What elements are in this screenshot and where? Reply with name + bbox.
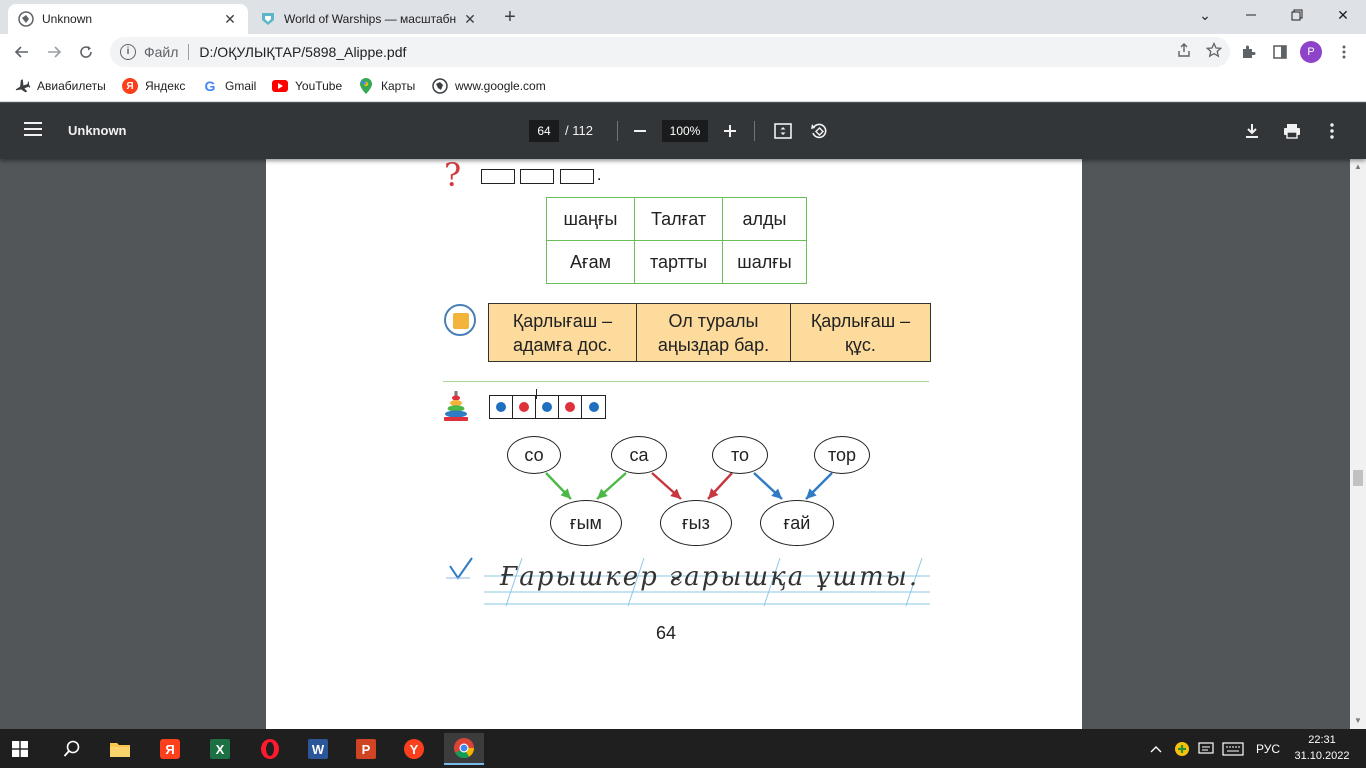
security-tray-icon[interactable]: [1174, 729, 1190, 768]
syllable-oval-top: то: [712, 436, 768, 474]
zoom-in-button[interactable]: [718, 119, 742, 143]
google-icon: G: [204, 78, 216, 94]
scroll-up-icon[interactable]: ▲: [1353, 162, 1363, 172]
side-panel-icon[interactable]: [1268, 40, 1292, 64]
menu-icon[interactable]: [24, 122, 42, 140]
page-number-input[interactable]: 64: [529, 120, 559, 142]
bookmark-star-icon[interactable]: [1205, 41, 1223, 61]
tab-search-icon[interactable]: ⌄: [1182, 0, 1228, 30]
keyboard-icon[interactable]: [1222, 729, 1244, 768]
handwriting-sentence: Ғарышкер ғарышқа ұшты.: [500, 562, 920, 592]
svg-text:Я: Я: [165, 742, 174, 757]
close-tab-icon[interactable]: ✕: [462, 11, 478, 27]
yandex-icon[interactable]: Y: [394, 733, 434, 765]
language-indicator[interactable]: РУС: [1256, 729, 1280, 768]
powerpoint-icon[interactable]: P: [346, 733, 386, 765]
syllable-oval-top: тор: [814, 436, 870, 474]
scroll-thumb[interactable]: [1353, 470, 1363, 486]
zoom-out-button[interactable]: [628, 119, 652, 143]
reload-button[interactable]: [74, 40, 98, 64]
svg-text:Y: Y: [410, 742, 419, 757]
maps-icon: [358, 78, 374, 94]
globe-icon: [432, 78, 448, 94]
bookmark-yandex[interactable]: Я Яндекс: [122, 76, 185, 96]
show-hidden-icons[interactable]: [1150, 729, 1162, 768]
pdf-title: Unknown: [68, 123, 127, 138]
page-total: / 112: [565, 123, 593, 138]
page-number: 64: [656, 623, 677, 643]
tab-pdf[interactable]: Unknown ✕: [8, 4, 248, 34]
share-icon[interactable]: [1176, 42, 1192, 61]
omnibox-divider: [188, 44, 190, 60]
pdf-toolbar: Unknown 64 / 112 100%: [0, 103, 1366, 159]
tab-title: World of Warships — масштабн: [284, 12, 457, 26]
vertical-scrollbar[interactable]: ▲ ▼: [1350, 159, 1366, 729]
svg-text:P: P: [362, 742, 371, 757]
new-tab-button[interactable]: +: [498, 6, 522, 30]
syllable-oval-bottom: ғыз: [660, 500, 732, 546]
extensions-icon[interactable]: [1236, 40, 1260, 64]
windows-taskbar: Я X W P Y РУС 22:31 31.10.2022: [0, 729, 1366, 768]
notifications-icon[interactable]: [1198, 729, 1214, 768]
chrome-icon[interactable]: [444, 733, 484, 765]
browser-toolbar: i Файл D:/ОҚУЛЫҚТАР/5898_Alippe.pdf P: [0, 34, 1366, 70]
scheme-label: Файл: [144, 44, 179, 60]
bookmark-youtube[interactable]: YouTube: [272, 76, 342, 96]
search-icon[interactable]: [52, 733, 92, 765]
yandex-browser-icon[interactable]: Я: [150, 733, 190, 765]
clock-time: 22:31: [1308, 734, 1336, 746]
tab-warships[interactable]: World of Warships — масштабн ✕: [250, 4, 488, 34]
file-explorer-icon[interactable]: [100, 733, 140, 765]
rotate-icon[interactable]: [807, 119, 831, 143]
minimize-button[interactable]: [1228, 0, 1274, 30]
toolbar-divider: [754, 121, 755, 141]
zoom-input[interactable]: 100%: [662, 120, 708, 142]
pdf-viewer[interactable]: ? . шаңғы Талғат алды Ағам тартты шалғы …: [0, 159, 1366, 729]
tab-title: Unknown: [42, 12, 93, 26]
airplane-icon: [14, 78, 30, 94]
excel-icon[interactable]: X: [200, 733, 240, 765]
bookmark-google[interactable]: www.google.com: [432, 76, 546, 96]
site-info-icon[interactable]: i: [120, 44, 136, 60]
fit-page-icon[interactable]: [771, 119, 795, 143]
bookmark-aviabilety[interactable]: Авиабилеты: [14, 76, 106, 96]
close-tab-icon[interactable]: ✕: [222, 11, 238, 27]
syllable-oval-top: са: [611, 436, 667, 474]
pdf-page: ? . шаңғы Талғат алды Ағам тартты шалғы …: [266, 159, 1082, 729]
restore-button[interactable]: [1274, 0, 1320, 30]
svg-text:X: X: [216, 742, 225, 757]
toolbar-divider: [617, 121, 618, 141]
bookmarks-bar: Авиабилеты Я Яндекс G Gmail YouTube Карт…: [0, 70, 1366, 102]
yandex-icon: Я: [122, 78, 138, 94]
address-bar[interactable]: i Файл D:/ОҚУЛЫҚТАР/5898_Alippe.pdf: [110, 37, 1230, 67]
word-icon[interactable]: W: [298, 733, 338, 765]
system-clock[interactable]: 22:31 31.10.2022: [1292, 732, 1352, 764]
youtube-icon: [272, 78, 288, 94]
opera-icon[interactable]: [250, 733, 290, 765]
syllable-oval-top: со: [507, 436, 561, 474]
warships-icon: [260, 11, 276, 27]
forward-button[interactable]: [42, 40, 66, 64]
bookmark-maps[interactable]: Карты: [358, 76, 415, 96]
url-text: D:/ОҚУЛЫҚТАР/5898_Alippe.pdf: [199, 44, 407, 60]
bookmark-gmail[interactable]: G Gmail: [202, 76, 257, 96]
globe-icon: [18, 11, 34, 27]
clock-date: 31.10.2022: [1294, 750, 1350, 762]
tab-strip: Unknown ✕ World of Warships — масштабн ✕…: [0, 0, 1366, 34]
scroll-down-icon[interactable]: ▼: [1353, 716, 1363, 726]
windows-start-icon[interactable]: [0, 733, 40, 765]
svg-text:W: W: [312, 742, 325, 757]
back-button[interactable]: [10, 40, 34, 64]
close-window-button[interactable]: ✕: [1320, 0, 1366, 30]
browser-menu-icon[interactable]: [1332, 40, 1356, 64]
download-icon[interactable]: [1240, 119, 1264, 143]
syllable-oval-bottom: ғым: [550, 500, 622, 546]
more-actions-icon[interactable]: [1320, 119, 1344, 143]
syllable-oval-bottom: ғай: [760, 500, 834, 546]
print-icon[interactable]: [1280, 119, 1304, 143]
profile-avatar[interactable]: P: [1300, 41, 1322, 63]
